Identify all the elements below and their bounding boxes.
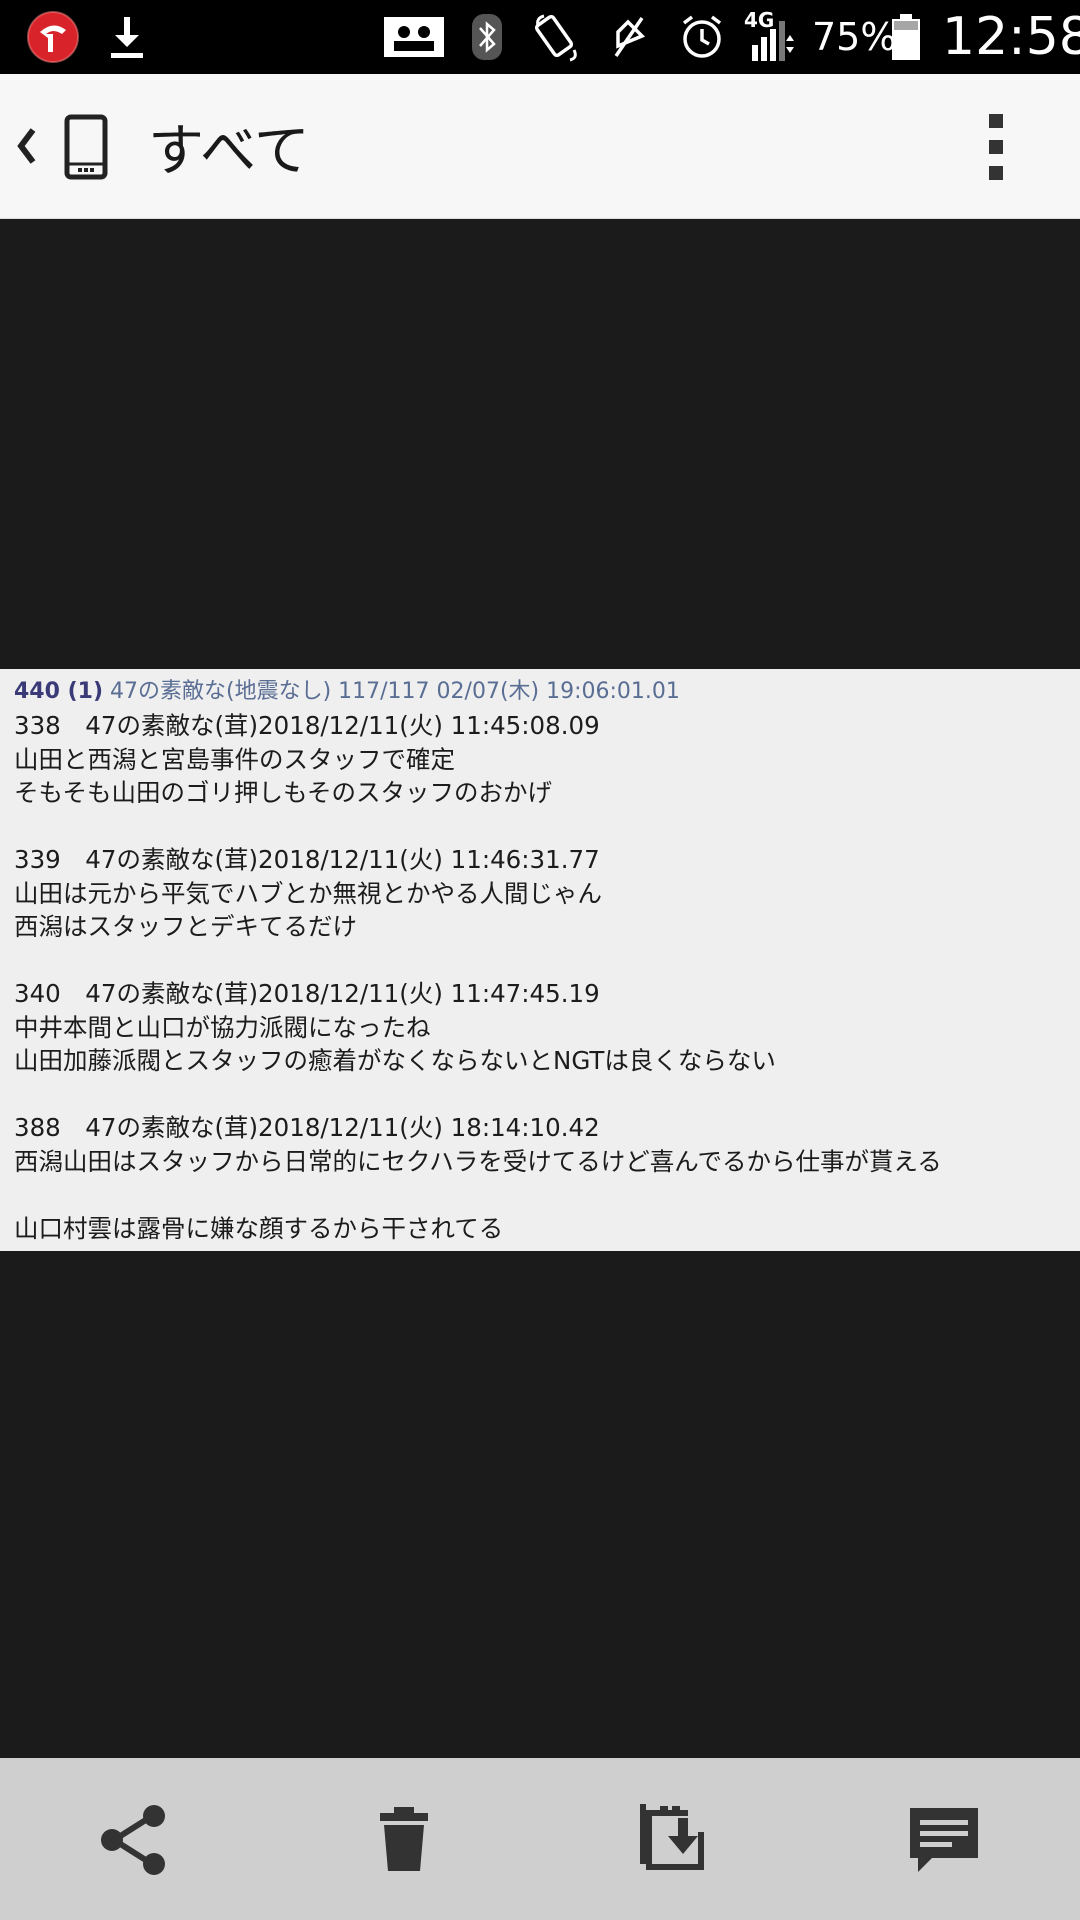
reply-line: 山田は元から平気でハブとか無視とかやる人間じゃん bbox=[14, 878, 602, 908]
reply-header: 338 47の素敵な(茸)2018/12/11(火) 11:45:08.09 bbox=[14, 711, 600, 740]
reply: 338 47の素敵な(茸)2018/12/11(火) 11:45:08.09 山… bbox=[14, 709, 1066, 810]
reply-line: 西潟はスタッフとデキてるだけ bbox=[14, 912, 357, 941]
signal-icon bbox=[748, 0, 800, 74]
image-viewer[interactable]: 440 (1) 47の素敵な(地震なし) 117/117 02/07(木) 19… bbox=[0, 219, 1080, 1758]
reply-line: 山田加藤派閥とスタッフの癒着がなくならないとNGTは良くならない bbox=[14, 1046, 776, 1075]
chevron-left-icon bbox=[17, 128, 36, 164]
comment-icon bbox=[910, 1808, 978, 1872]
back-button[interactable] bbox=[10, 118, 44, 174]
bluetooth-icon bbox=[468, 0, 506, 74]
reply-line: そもそも山田のゴリ押しもそのスタッフのおかげ bbox=[14, 778, 553, 807]
reply: 388 47の素敵な(茸)2018/12/11(火) 18:14:10.42 西… bbox=[14, 1111, 1066, 1245]
screen-rotate-icon bbox=[528, 0, 586, 74]
reply-line: 山口村雲は露骨に嫌な顔するから干されてる bbox=[14, 1213, 504, 1243]
app-bar: すべて bbox=[0, 74, 1080, 219]
share-button[interactable] bbox=[92, 1798, 176, 1882]
comment-button[interactable] bbox=[902, 1798, 986, 1882]
reply-header: 339 47の素敵な(茸)2018/12/11(火) 11:46:31.77 bbox=[14, 845, 600, 874]
mute-icon bbox=[606, 0, 652, 74]
menu-dot bbox=[989, 140, 1003, 154]
clock: 12:58 bbox=[942, 7, 1080, 67]
battery-icon bbox=[888, 0, 924, 74]
reply-line: 中井本間と山口が協力派閥になったね bbox=[14, 1012, 431, 1042]
reply: 339 47の素敵な(茸)2018/12/11(火) 11:46:31.77 山… bbox=[14, 843, 1066, 944]
reply-header: 340 47の素敵な(茸)2018/12/11(火) 11:47:45.19 bbox=[14, 979, 600, 1008]
reply-line: 西潟山田はスタッフから日常的にセクハラを受けてるけど喜んでるから仕事が貰える bbox=[14, 1146, 942, 1176]
delete-icon bbox=[380, 1807, 428, 1871]
download-icon bbox=[104, 0, 150, 74]
reply-line: 山田と西潟と宮島事件のスタッフで確定 bbox=[14, 744, 455, 774]
post-header: 440 (1) 47の素敵な(地震なし) 117/117 02/07(木) 19… bbox=[14, 675, 1066, 709]
delete-button[interactable] bbox=[362, 1798, 446, 1882]
menu-dot bbox=[989, 114, 1003, 128]
post-meta: 47の素敵な(地震なし) 117/117 02/07(木) 19:06:01.0… bbox=[110, 679, 680, 704]
trend-micro-icon bbox=[24, 0, 82, 74]
menu-dot bbox=[989, 166, 1003, 180]
phone-icon bbox=[62, 114, 110, 180]
reply-line bbox=[14, 1178, 1066, 1212]
save-button[interactable] bbox=[632, 1798, 716, 1882]
overflow-menu-button[interactable] bbox=[976, 114, 1016, 180]
status-bar: 4G 75% 12:58 bbox=[0, 0, 1080, 74]
reply-header: 388 47の素敵な(茸)2018/12/11(火) 18:14:10.42 bbox=[14, 1113, 600, 1142]
sim-card-icon bbox=[380, 0, 448, 74]
post-number: 440 (1) bbox=[14, 679, 103, 704]
save-icon bbox=[640, 1804, 704, 1870]
share-icon bbox=[101, 1805, 165, 1875]
bottom-action-bar bbox=[0, 1758, 1080, 1920]
page-title: すべて bbox=[148, 118, 310, 184]
screenshot-image: 440 (1) 47の素敵な(地震なし) 117/117 02/07(木) 19… bbox=[0, 669, 1080, 1251]
reply: 340 47の素敵な(茸)2018/12/11(火) 11:47:45.19 中… bbox=[14, 977, 1066, 1078]
alarm-icon bbox=[676, 0, 728, 74]
battery-percent: 75% bbox=[812, 15, 897, 59]
